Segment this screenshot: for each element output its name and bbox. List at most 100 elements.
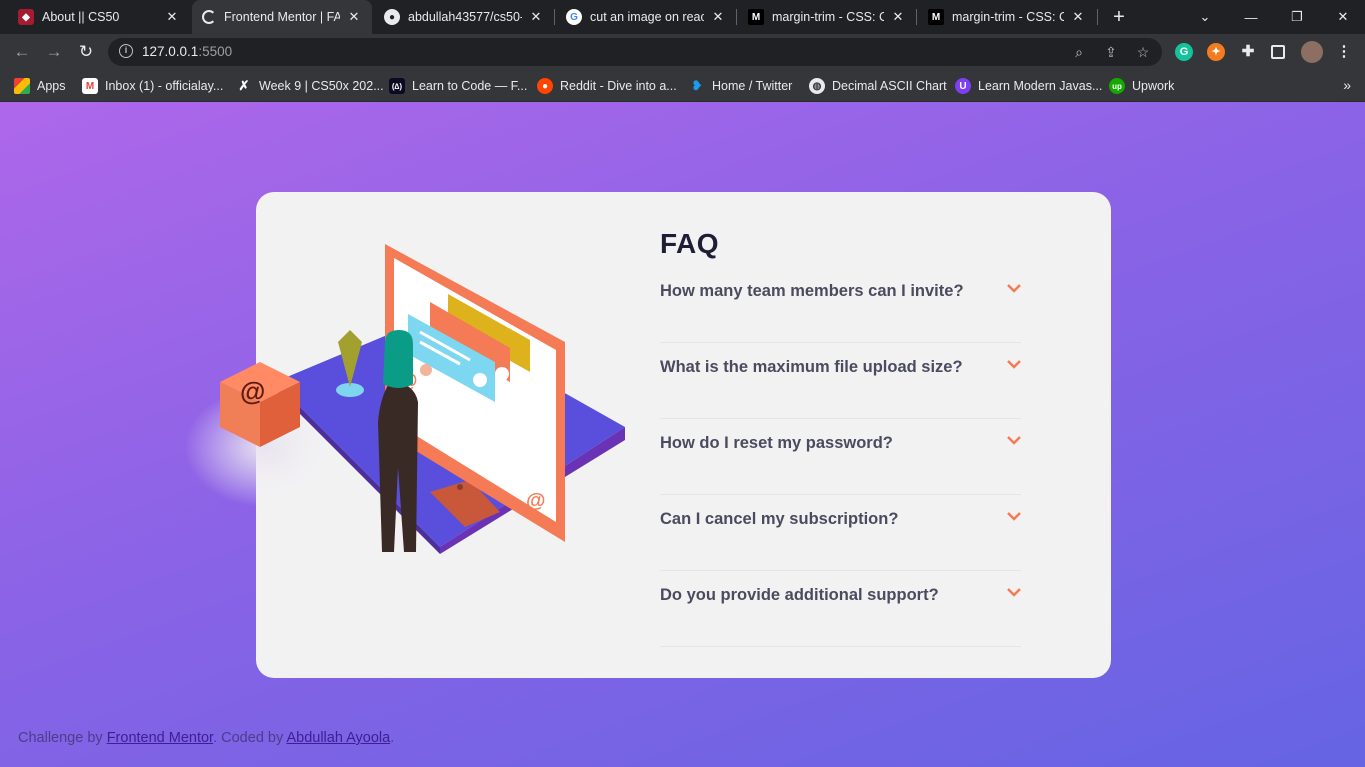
side-panel-icon[interactable] — [1271, 45, 1285, 59]
restore-button[interactable]: ❐ — [1274, 0, 1320, 34]
faq-item-team-members[interactable]: How many team members can I invite? — [660, 267, 1021, 343]
faq-accordion: How many team members can I invite? What… — [660, 267, 1021, 647]
address-bar[interactable]: i 127.0.0.1:5500 ⌕ ⇪ ☆ — [108, 38, 1162, 66]
faq-item-cancel-subscription[interactable]: Can I cancel my subscription? — [660, 495, 1021, 571]
close-icon[interactable]: ✕ — [528, 9, 544, 25]
back-arrow-icon[interactable]: ← — [10, 40, 34, 64]
chevron-down-icon[interactable] — [1007, 359, 1021, 371]
tab-mdn-2[interactable]: M margin-trim - CSS: Ca ✕ — [918, 0, 1096, 34]
tab-separator — [916, 9, 917, 25]
twitter-icon: ❥ — [691, 78, 703, 93]
chevron-down-icon[interactable] — [1007, 283, 1021, 295]
faq-question[interactable]: How do I reset my password? — [660, 434, 893, 453]
bookmark-twitter[interactable]: ❥ Home / Twitter — [689, 77, 793, 95]
bookmark-label: Upwork — [1132, 79, 1175, 93]
globe-icon: ◍ — [809, 78, 825, 94]
reddit-icon: ● — [537, 78, 553, 94]
url-text[interactable]: 127.0.0.1:5500 — [142, 44, 232, 59]
reload-icon[interactable]: ↻ — [74, 40, 98, 64]
monitor-button — [457, 484, 463, 490]
tab-title: cut an image on reach — [590, 10, 704, 24]
profile-avatar[interactable] — [1301, 41, 1323, 63]
close-icon[interactable]: ✕ — [346, 9, 362, 25]
github-icon: ● — [384, 9, 400, 25]
bookmark-cs50x[interactable]: ✗ Week 9 | CS50x 202... — [236, 77, 384, 95]
bookmark-apps[interactable]: Apps — [14, 77, 66, 95]
bookmark-star-icon[interactable]: ☆ — [1134, 43, 1152, 61]
frontend-mentor-link[interactable]: Frontend Mentor — [107, 730, 213, 746]
extensions-puzzle-icon[interactable]: ✚ — [1239, 43, 1257, 61]
close-icon[interactable]: ✕ — [890, 9, 906, 25]
upwork-icon: up — [1109, 78, 1125, 94]
woman-hand — [420, 364, 432, 376]
tab-github[interactable]: ● abdullah43577/cs50-r ✕ — [374, 0, 554, 34]
faq-item-reset-password[interactable]: How do I reset my password? — [660, 419, 1021, 495]
tab-frontend-mentor[interactable]: Frontend Mentor | FAQ ✕ — [192, 0, 372, 34]
bookmarks-overflow-icon[interactable]: » — [1343, 77, 1351, 93]
window-close-button[interactable]: ✕ — [1320, 0, 1365, 34]
chevron-down-icon[interactable] — [1007, 511, 1021, 523]
share-icon[interactable]: ⇪ — [1102, 43, 1120, 61]
zoom-icon[interactable]: ⌕ — [1070, 43, 1088, 61]
tab-title: abdullah43577/cs50-r — [408, 10, 522, 24]
bookmark-freecodecamp[interactable]: (∆) Learn to Code — F... — [389, 77, 527, 95]
freecodecamp-icon: (∆) — [389, 78, 405, 94]
tab-separator — [736, 9, 737, 25]
site-info-icon[interactable]: i — [119, 44, 133, 58]
tab-title: Frontend Mentor | FAQ — [224, 10, 340, 24]
forward-arrow-icon[interactable]: → — [42, 40, 66, 64]
bookmark-gmail[interactable]: M Inbox (1) - officialay... — [82, 77, 223, 95]
bookmark-label: Learn to Code — F... — [412, 79, 528, 93]
tab-title: margin-trim - CSS: Ca — [952, 10, 1064, 24]
tab-search-chevron-icon[interactable]: ⌄ — [1182, 0, 1228, 34]
loading-icon — [202, 10, 216, 24]
at-symbol-icon: @ — [240, 376, 265, 406]
tab-title: About || CS50 — [42, 10, 120, 24]
tab-separator — [554, 9, 555, 25]
tab-cs50[interactable]: ◆ About || CS50 ✕ — [8, 0, 190, 34]
cs50-icon: ◆ — [18, 9, 34, 25]
at-symbol-icon: @ — [526, 490, 546, 512]
tab-google[interactable]: G cut an image on reach ✕ — [556, 0, 736, 34]
bookmark-label: Learn Modern Javas... — [978, 79, 1103, 93]
tab-title: margin-trim - CSS: Ca — [772, 10, 884, 24]
tab-strip: ◆ About || CS50 ✕ Frontend Mentor | FAQ … — [0, 0, 1365, 34]
chevron-down-icon[interactable] — [1007, 587, 1021, 599]
bookmark-upwork[interactable]: up Upwork — [1109, 77, 1174, 95]
faq-item-upload-size[interactable]: What is the maximum file upload size? — [660, 343, 1021, 419]
faq-question[interactable]: Can I cancel my subscription? — [660, 510, 898, 529]
faq-question[interactable]: How many team members can I invite? — [660, 282, 964, 301]
faq-illustration: @ @ @ — [185, 244, 625, 554]
mdn-icon: M — [748, 9, 764, 25]
woman-figure — [378, 382, 418, 552]
bookmark-label: Week 9 | CS50x 202... — [259, 79, 384, 93]
grammarly-icon[interactable]: G — [1175, 43, 1193, 61]
tab-separator — [1097, 9, 1098, 25]
close-icon[interactable]: ✕ — [164, 9, 180, 25]
chevron-down-icon[interactable] — [1007, 435, 1021, 447]
faq-question[interactable]: What is the maximum file upload size? — [660, 358, 963, 377]
extension-orange-icon[interactable]: ✦ — [1207, 43, 1225, 61]
close-icon[interactable]: ✕ — [1070, 9, 1086, 25]
minimize-button[interactable]: — — [1228, 0, 1274, 34]
bookmark-label: Reddit - Dive into a... — [560, 79, 677, 93]
close-icon[interactable]: ✕ — [710, 9, 726, 25]
bookmark-label: Apps — [37, 79, 66, 93]
bookmark-label: Inbox (1) - officialay... — [105, 79, 224, 93]
attribution-suffix: . — [390, 730, 395, 746]
menu-kebab-icon[interactable]: ⋮ — [1335, 43, 1353, 61]
bookmark-reddit[interactable]: ● Reddit - Dive into a... — [537, 77, 677, 95]
attribution-prefix: Challenge by — [18, 730, 103, 746]
google-icon: G — [566, 9, 582, 25]
new-tab-button[interactable]: + — [1108, 6, 1130, 28]
bookmark-ascii-chart[interactable]: ◍ Decimal ASCII Chart — [809, 77, 947, 95]
faq-item-additional-support[interactable]: Do you provide additional support? — [660, 571, 1021, 647]
mdn-icon: M — [928, 9, 944, 25]
chat-dot — [473, 373, 487, 387]
faq-question[interactable]: Do you provide additional support? — [660, 586, 939, 605]
apps-grid-icon — [14, 78, 30, 94]
tab-mdn-1[interactable]: M margin-trim - CSS: Ca ✕ — [738, 0, 916, 34]
author-link[interactable]: Abdullah Ayoola — [286, 730, 390, 746]
x-icon: ✗ — [238, 78, 250, 93]
bookmark-modern-js[interactable]: U Learn Modern Javas... — [955, 77, 1102, 95]
